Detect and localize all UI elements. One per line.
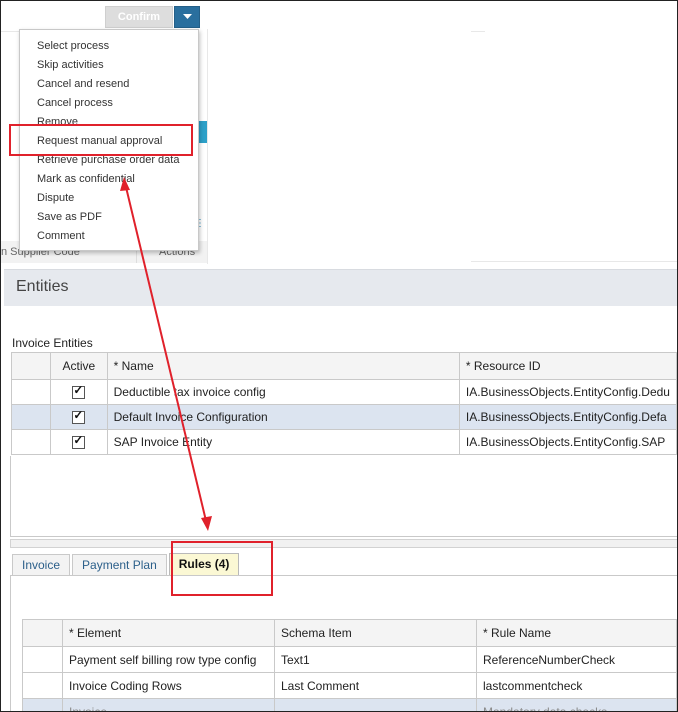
annotation-arrow xyxy=(120,177,212,531)
screenshot-frame: n Supplier Code Actions ⋮ Confirm Select… xyxy=(0,0,678,712)
